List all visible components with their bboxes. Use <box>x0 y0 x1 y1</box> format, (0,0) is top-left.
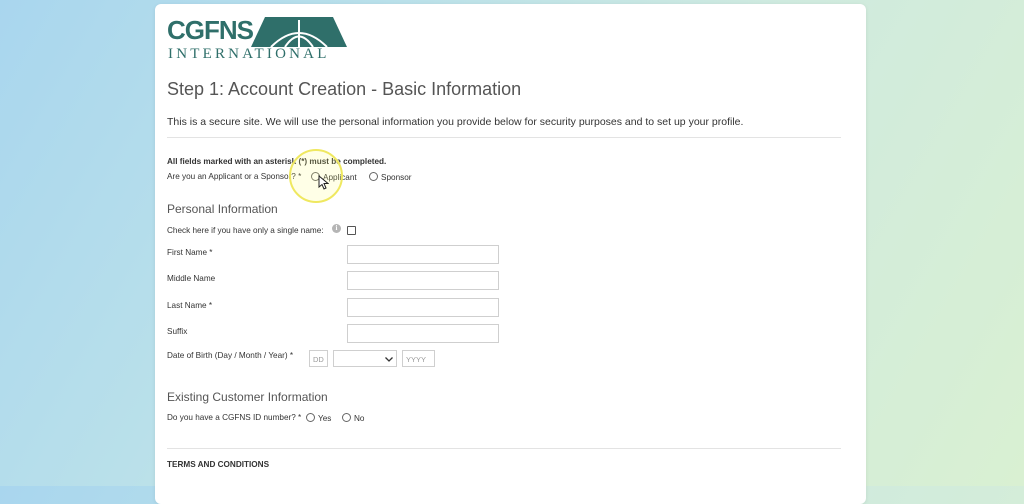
single-name-checkbox[interactable] <box>347 226 356 235</box>
last-name-label: Last Name * <box>167 301 213 310</box>
middle-name-label: Middle Name <box>167 274 216 283</box>
radio-no-label: No <box>354 414 365 423</box>
role-question: Are you an Applicant or a Sponsor? * <box>167 172 302 181</box>
radio-yes-label: Yes <box>318 414 332 423</box>
last-name-input[interactable] <box>347 298 499 317</box>
single-name-label: Check here if you have only a single nam… <box>167 226 324 235</box>
existing-customer-heading: Existing Customer Information <box>167 390 328 404</box>
logo-name: CGFNS <box>167 15 254 45</box>
radio-sponsor[interactable]: Sponsor <box>369 172 412 182</box>
divider <box>167 448 841 449</box>
dob-day-input[interactable]: DD <box>309 350 328 367</box>
dob-month-select[interactable] <box>333 350 397 367</box>
required-note: All fields marked with an asterisk (*) m… <box>167 157 387 166</box>
radio-yes[interactable]: Yes <box>306 413 331 423</box>
cgfns-id-question: Do you have a CGFNS ID number? * <box>167 413 302 422</box>
radio-yes-circle[interactable] <box>306 413 315 422</box>
page-title: Step 1: Account Creation - Basic Informa… <box>167 79 522 99</box>
terms-heading: TERMS AND CONDITIONS <box>167 460 270 469</box>
radio-no[interactable]: No <box>342 413 364 423</box>
registration-card: CGFNS INTERNATIONAL Step 1: Account Crea… <box>155 4 866 504</box>
globe-logo-icon <box>251 17 347 47</box>
logo-subtitle: INTERNATIONAL <box>168 46 330 62</box>
dob-label: Date of Birth (Day / Month / Year) * <box>167 351 294 360</box>
middle-name-input[interactable] <box>347 271 499 290</box>
suffix-input[interactable] <box>347 324 499 343</box>
radio-sponsor-label: Sponsor <box>381 173 412 182</box>
first-name-label: First Name * <box>167 248 213 257</box>
suffix-label: Suffix <box>167 327 188 336</box>
chevron-down-icon <box>385 357 393 362</box>
info-icon[interactable]: i <box>332 224 341 233</box>
dob-year-input[interactable]: YYYY <box>402 350 435 367</box>
first-name-input[interactable] <box>347 245 499 264</box>
radio-sponsor-circle[interactable] <box>369 172 378 181</box>
divider <box>167 137 841 138</box>
mouse-pointer-icon <box>318 175 329 190</box>
personal-info-heading: Personal Information <box>167 202 278 216</box>
intro-text: This is a secure site. We will use the p… <box>167 116 744 128</box>
cgfns-logo: CGFNS INTERNATIONAL <box>167 15 349 65</box>
cursor-highlight <box>289 149 343 203</box>
radio-no-circle[interactable] <box>342 413 351 422</box>
